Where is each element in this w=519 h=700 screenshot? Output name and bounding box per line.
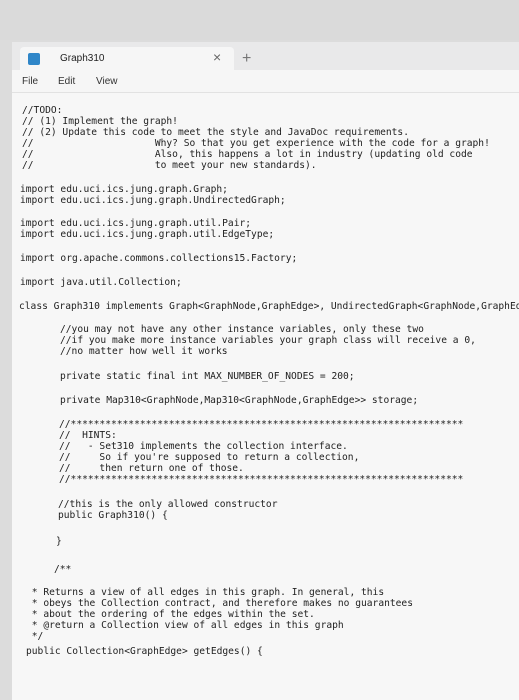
code-line: //if you make more instance variables yo…: [60, 335, 476, 346]
code-line: import edu.uci.ics.jung.graph.Graph;: [20, 184, 228, 195]
code-line: //no matter how well it works: [60, 346, 228, 357]
code-line: import java.util.Collection;: [20, 277, 182, 288]
code-line: /**: [54, 564, 72, 575]
code-line: // Why? So that you get experience with …: [22, 138, 490, 149]
tab-graph310[interactable]: Graph310 ×: [20, 47, 234, 70]
code-line: public Collection<GraphEdge> getEdges() …: [26, 646, 263, 657]
code-line: // (1) Implement the graph!: [22, 116, 178, 127]
code-line: // So if you're supposed to return a col…: [59, 452, 360, 463]
code-line: //TODO:: [22, 105, 63, 116]
code-line: private static final int MAX_NUMBER_OF_N…: [60, 371, 355, 382]
code-line: import edu.uci.ics.jung.graph.util.EdgeT…: [20, 229, 275, 240]
code-line: // to meet your new standards).: [22, 160, 317, 171]
new-tab-icon[interactable]: +: [242, 50, 251, 68]
code-line: // (2) Update this code to meet the styl…: [22, 127, 409, 138]
code-line: //this is the only allowed constructor: [58, 499, 278, 510]
code-line: }: [56, 536, 62, 547]
code-line: public Graph310() {: [58, 510, 168, 521]
tab-title: Graph310: [60, 53, 105, 64]
code-line: * obeys the Collection contract, and the…: [26, 598, 413, 609]
code-line: //**************************************…: [59, 419, 464, 430]
code-line: * about the ordering of the edges within…: [26, 609, 315, 620]
code-line: // Also, this happens a lot in industry …: [22, 149, 473, 160]
code-line: // then return one of those.: [59, 463, 244, 474]
code-line: * @return a Collection view of all edges…: [26, 620, 344, 631]
menu-edit[interactable]: Edit: [58, 76, 75, 87]
menu-file[interactable]: File: [22, 76, 38, 87]
close-icon[interactable]: ×: [213, 49, 221, 65]
code-line: // HINTS:: [59, 430, 117, 441]
code-line: //**************************************…: [59, 474, 464, 485]
menu-bar: File Edit View: [12, 70, 519, 93]
tab-bar: Graph310 × +: [12, 42, 519, 70]
notepad-icon: [28, 53, 40, 65]
menu-view[interactable]: View: [96, 76, 118, 87]
code-line: import org.apache.commons.collections15.…: [20, 253, 298, 264]
editor-window: Graph310 × + File Edit View //TODO: // (…: [12, 42, 519, 700]
screen-bezel: [0, 0, 519, 40]
code-line: import edu.uci.ics.jung.graph.util.Pair;: [20, 218, 252, 229]
code-line: private Map310<GraphNode,Map310<GraphNod…: [60, 395, 419, 406]
code-line: //you may not have any other instance va…: [60, 324, 424, 335]
code-line: import edu.uci.ics.jung.graph.Undirected…: [20, 195, 286, 206]
code-line: */: [26, 631, 44, 642]
code-line: * Returns a view of all edges in this gr…: [26, 587, 385, 598]
code-line: class Graph310 implements Graph<GraphNod…: [19, 301, 519, 312]
code-line: // - Set310 implements the collection in…: [59, 441, 348, 452]
code-editor[interactable]: //TODO: // (1) Implement the graph! // (…: [12, 93, 519, 700]
